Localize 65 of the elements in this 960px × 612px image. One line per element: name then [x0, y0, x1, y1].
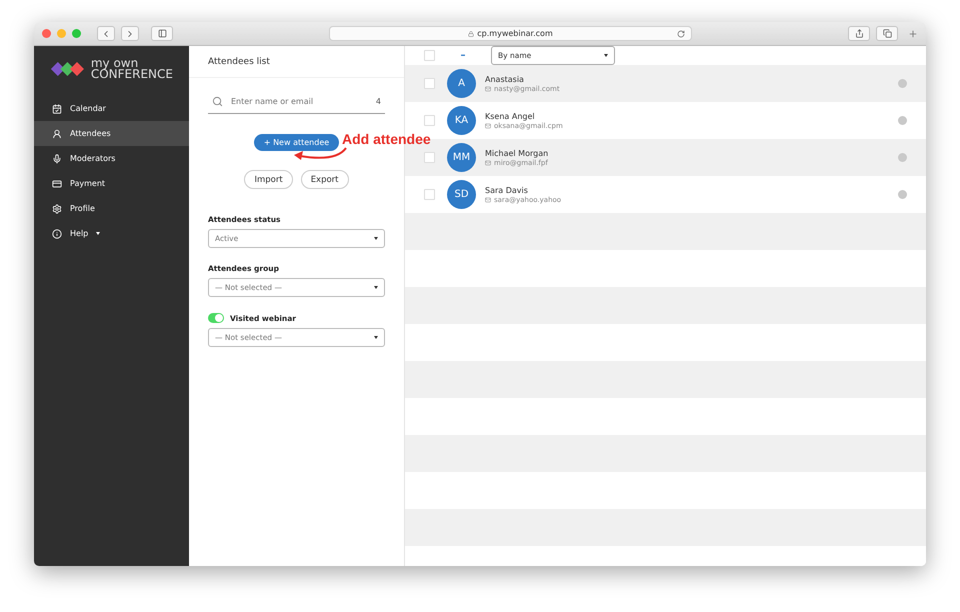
select-all-checkbox[interactable]	[424, 50, 435, 61]
sidebar-icon	[158, 29, 166, 38]
caret-icon	[604, 54, 608, 57]
address-bar[interactable]: cp.mywebinar.com	[329, 26, 692, 41]
zoom-window-button[interactable]	[72, 29, 81, 38]
search-icon	[212, 96, 223, 107]
reload-icon[interactable]	[677, 30, 685, 38]
panel-title: Attendees list	[189, 46, 404, 78]
mail-icon	[485, 86, 491, 92]
tabs-button[interactable]	[876, 26, 898, 41]
close-window-button[interactable]	[42, 29, 51, 38]
minimize-window-button[interactable]	[57, 29, 66, 38]
attendee-name[interactable]: Anastasia	[485, 74, 898, 84]
import-button[interactable]: Import	[244, 170, 293, 189]
sidebar-item[interactable]: Calendar	[34, 96, 189, 121]
mail-icon	[485, 122, 491, 128]
mail-icon	[485, 196, 491, 202]
result-count: 4	[376, 97, 381, 106]
back-button[interactable]	[97, 26, 115, 41]
more-icon[interactable]	[898, 153, 907, 162]
annotation-text: Add attendee	[342, 131, 431, 147]
info-icon	[52, 228, 62, 238]
caret-icon	[374, 336, 378, 339]
share-icon	[854, 29, 864, 38]
avatar: SD	[447, 180, 476, 209]
new-tab-icon[interactable]	[908, 28, 918, 38]
export-button[interactable]: Export	[300, 170, 349, 189]
row-checkbox[interactable]	[424, 78, 435, 89]
avatar: A	[447, 69, 476, 98]
settings-icon	[52, 204, 62, 214]
row-checkbox[interactable]	[424, 189, 435, 200]
credit-card-icon	[52, 178, 62, 188]
avatar: KA	[447, 106, 476, 135]
sidebar-item[interactable]: Profile	[34, 196, 189, 221]
caret-icon	[374, 286, 378, 289]
logo-text: my own	[90, 58, 138, 69]
lock-icon	[468, 30, 474, 36]
calendar-icon	[52, 104, 62, 114]
sidebar-toggle-button[interactable]	[151, 26, 173, 41]
logo-icon	[50, 60, 85, 78]
toggle-switch[interactable]	[208, 313, 224, 323]
search-field[interactable]: Enter name or email	[229, 96, 370, 107]
sidebar-item[interactable]: Attendees	[34, 121, 189, 146]
attendee-name[interactable]: Sara Davis	[485, 186, 898, 194]
row-checkbox[interactable]	[424, 152, 435, 163]
more-icon[interactable]	[898, 79, 907, 88]
more-icon[interactable]	[898, 190, 907, 199]
forward-button[interactable]	[121, 26, 139, 41]
collapse-button[interactable]: –	[457, 50, 469, 61]
caret-icon	[374, 237, 378, 240]
share-button[interactable]	[848, 26, 870, 41]
sidebar-item[interactable]: Help	[34, 221, 189, 246]
mail-icon	[485, 160, 491, 166]
avatar: MM	[447, 143, 476, 172]
logo-text: CONFERENCE	[90, 69, 173, 80]
person-icon	[52, 128, 62, 138]
attendee-name[interactable]: Michael Morgan	[485, 148, 898, 158]
row-checkbox[interactable]	[424, 115, 435, 126]
more-icon[interactable]	[898, 116, 907, 125]
attendee-name[interactable]: Ksena Angel	[485, 112, 898, 120]
microphone-icon	[52, 154, 62, 164]
tabs-icon	[882, 29, 892, 38]
sidebar-item[interactable]: Moderators	[34, 146, 189, 171]
new-attendee-button[interactable]: + New attendee	[254, 134, 340, 151]
sidebar-item[interactable]: Payment	[34, 171, 189, 196]
